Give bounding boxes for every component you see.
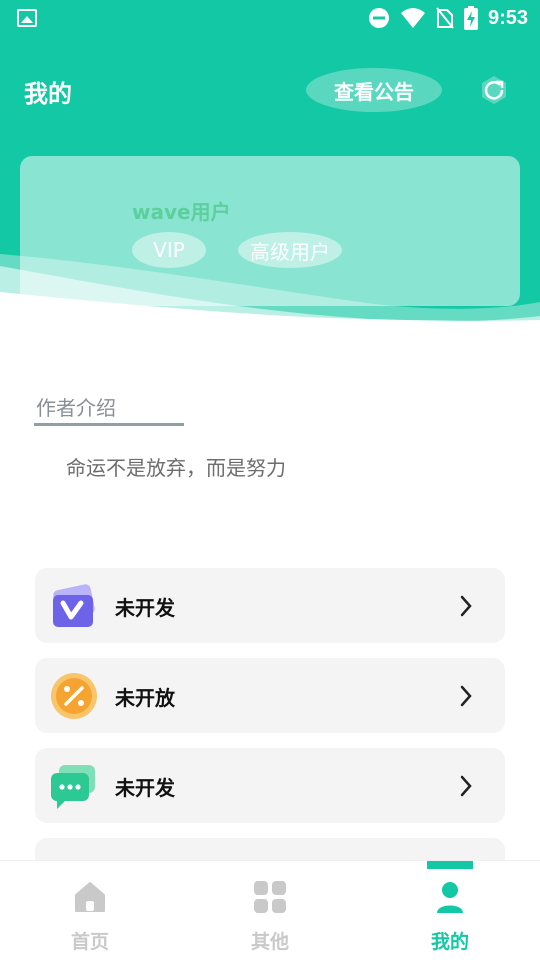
status-bar: 9:53 [0,0,540,38]
section-underline [34,423,184,426]
home-icon [75,882,105,912]
clock: 9:53 [487,6,528,29]
view-notice-button[interactable]: 查看公告 [306,68,442,112]
chevron-right-icon [460,775,472,797]
menu-item-unopened[interactable]: 未开放 [35,658,505,733]
battery-charging-icon [463,6,478,30]
author-section-title: 作者介绍 [36,396,116,420]
tab-label: 我的 [430,931,469,953]
grid-icon [254,881,286,913]
chevron-right-icon [460,685,472,707]
tab-label: 首页 [70,931,109,953]
no-sim-icon [436,7,454,29]
tab-other[interactable]: 其他 [180,861,360,960]
chat-bubble-icon [51,765,95,809]
menu-item-label: 未开发 [115,596,175,620]
do-not-disturb-icon [368,8,389,28]
page-title: 我的 [24,80,72,108]
percent-coin-icon [51,673,97,719]
menu-item-label: 未开发 [115,776,175,800]
tab-home[interactable]: 首页 [0,861,180,960]
header-wave-decoration [0,254,540,340]
refresh-icon[interactable] [478,74,510,106]
tab-label: 其他 [250,931,289,953]
v-app-icon [53,584,95,627]
menu-item-undeveloped-2[interactable]: 未开发 [35,748,505,823]
bottom-tab-bar: 首页 其他 我的 [0,860,540,960]
status-icons: 9:53 [368,6,528,30]
chevron-right-icon [460,595,472,617]
username: wave用户 [132,200,231,224]
menu-item-undeveloped-1[interactable]: 未开发 [35,568,505,643]
author-bio: 命运不是放弃，而是努力 [66,456,286,480]
menu-item-label: 未开放 [115,686,175,710]
active-tab-indicator [427,861,473,869]
wifi-icon [400,8,425,28]
user-icon [437,882,463,913]
tab-mine[interactable]: 我的 [360,861,540,960]
gallery-notification-icon [17,9,37,27]
